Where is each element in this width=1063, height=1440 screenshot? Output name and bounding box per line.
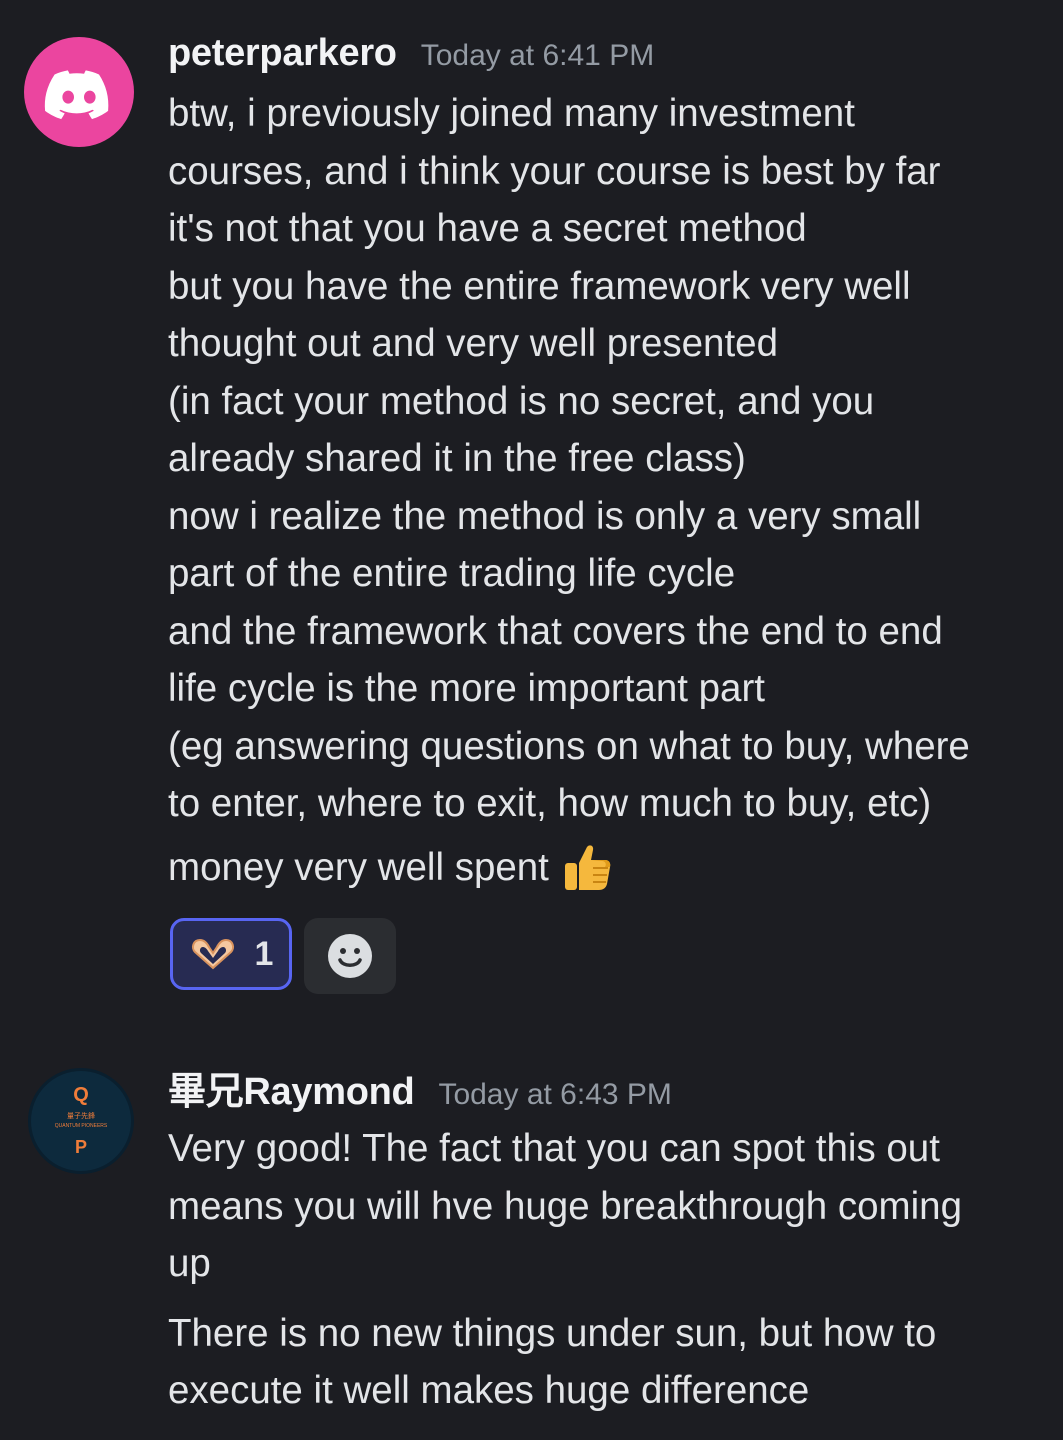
message-line: part of the entire trading life cycle xyxy=(168,552,736,595)
message-line: (eg answering questions on what to buy, … xyxy=(168,724,970,768)
message-line: up xyxy=(168,1242,211,1285)
add-reaction-button[interactable] xyxy=(304,918,396,994)
quantum-pioneers-logo-icon: Q 量子先鋒 QUANTUM PIONEERS P xyxy=(55,1084,108,1157)
avatar[interactable]: Q 量子先鋒 QUANTUM PIONEERS P xyxy=(28,1068,134,1174)
message-line: it's not that you have a secret method xyxy=(168,207,807,250)
reaction-count: 1 xyxy=(254,934,274,973)
avatar[interactable] xyxy=(24,37,134,147)
heart-hands-emoji-icon xyxy=(191,938,234,970)
message-body: btw, i previously joined many investment… xyxy=(168,85,1048,896)
message-line: life cycle is the more important part xyxy=(168,667,765,710)
username[interactable]: peterparkero xyxy=(168,32,397,75)
message-paragraph: Very good! The fact that you can spot th… xyxy=(168,1120,1048,1293)
reactions-bar: 1 xyxy=(170,918,396,994)
message-line: to enter, where to exit, how much to buy… xyxy=(168,782,932,825)
timestamp[interactable]: Today at 6:43 PM xyxy=(438,1078,671,1112)
thumbs-up-emoji-icon xyxy=(564,845,611,891)
message-line: courses, and i think your course is best… xyxy=(168,149,941,193)
reaction-heart-hands[interactable]: 1 xyxy=(170,918,292,990)
logo-letter-p: P xyxy=(75,1137,87,1157)
message-line: means you will hve huge breakthrough com… xyxy=(168,1184,962,1228)
logo-cn-text: 量子先鋒 xyxy=(67,1111,95,1120)
message-line: and the framework that covers the end to… xyxy=(168,609,943,653)
username[interactable]: 畢兄Raymond xyxy=(168,1060,415,1115)
message-line: but you have the entire framework very w… xyxy=(168,264,911,308)
message-paragraph: There is no new things under sun, but ho… xyxy=(168,1305,1048,1420)
message-header: peterparkero Today at 6:41 PM xyxy=(168,32,654,82)
message-line: execute it well makes huge difference xyxy=(168,1369,810,1412)
timestamp[interactable]: Today at 6:41 PM xyxy=(421,39,654,73)
message-line: (in fact your method is no secret, and y… xyxy=(168,379,875,423)
message-header: 畢兄Raymond Today at 6:43 PM xyxy=(168,1060,672,1113)
smiley-face-icon xyxy=(328,934,372,978)
message-line: now i realize the method is only a very … xyxy=(168,494,922,538)
logo-letter-q: Q xyxy=(73,1084,89,1106)
message-body: Very good! The fact that you can spot th… xyxy=(168,1120,1048,1420)
logo-text: QUANTUM PIONEERS xyxy=(55,1123,108,1129)
message-line: thought out and very well presented xyxy=(168,322,778,365)
message-line: money very well spent xyxy=(168,845,549,889)
discord-logo-icon xyxy=(44,70,109,120)
message-line-last: money very well spent xyxy=(168,839,1048,897)
message-line: btw, i previously joined many investment xyxy=(168,92,855,135)
message-line: There is no new things under sun, but ho… xyxy=(168,1311,937,1355)
message-line: Very good! The fact that you can spot th… xyxy=(168,1127,940,1170)
message-line: already shared it in the free class) xyxy=(168,437,746,480)
